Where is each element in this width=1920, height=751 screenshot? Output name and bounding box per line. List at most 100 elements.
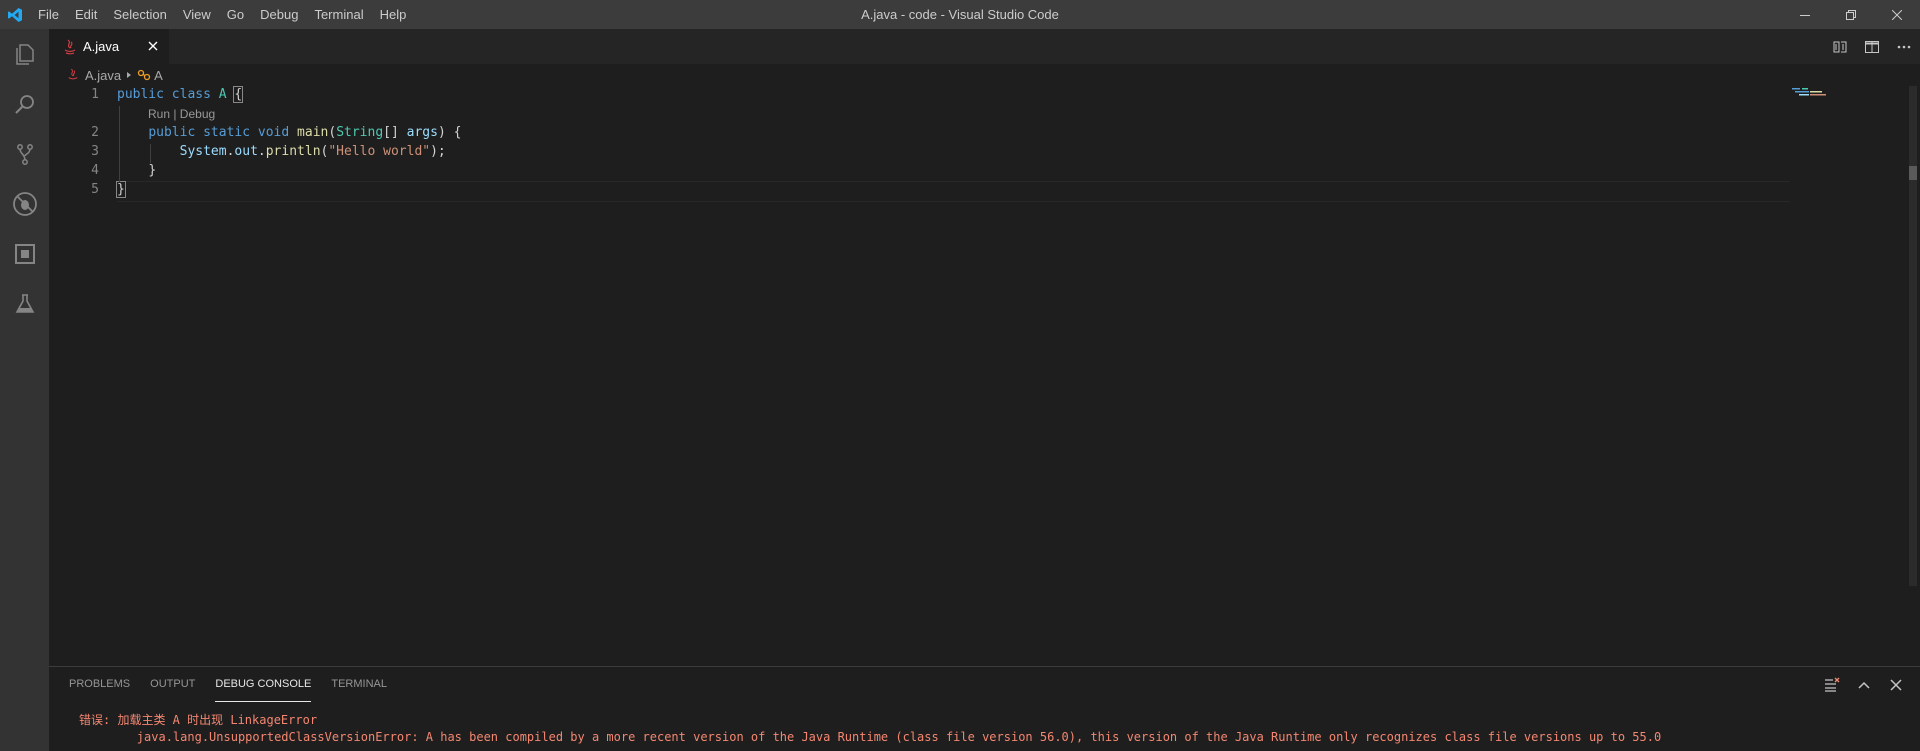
close-icon [1892, 9, 1902, 20]
close-icon [148, 41, 158, 51]
breadcrumb-symbol-label: A [154, 67, 163, 83]
explorer-button[interactable] [0, 29, 49, 79]
window-controls [1782, 0, 1920, 29]
restore-icon [1846, 9, 1856, 20]
menu-selection[interactable]: Selection [105, 0, 174, 29]
source-control-button[interactable] [0, 129, 49, 179]
breadcrumb-symbol[interactable]: A [137, 68, 163, 83]
source-control-icon [16, 144, 33, 165]
chevron-up-icon [1858, 681, 1870, 689]
token-punct: ( [328, 125, 337, 140]
menu-go[interactable]: Go [219, 0, 252, 29]
tab-a-java[interactable]: A.java [49, 29, 169, 64]
panel-tabs: PROBLEMS OUTPUT DEBUG CONSOLE TERMINAL [69, 667, 407, 702]
token-keyword: public [117, 87, 164, 102]
codelens-run-debug[interactable]: Run | Debug [148, 107, 215, 121]
menu-view[interactable]: View [175, 0, 219, 29]
chevron-right-icon [127, 72, 132, 78]
menu-terminal[interactable]: Terminal [306, 0, 371, 29]
current-line-highlight [117, 181, 1790, 202]
class-symbol-icon [137, 69, 151, 81]
token-brace: } [148, 163, 157, 178]
breadcrumb-file[interactable]: A.java [67, 68, 121, 83]
editor-scrollbar[interactable] [1906, 86, 1920, 666]
editor-tabs-bar: A.java [49, 29, 1920, 64]
line-number: 2 [91, 125, 99, 140]
console-output-line: 错误: 加载主类 A 时出现 LinkageError [79, 713, 318, 727]
minimap[interactable] [1790, 86, 1850, 116]
token-field: out [234, 144, 258, 159]
tab-problems[interactable]: PROBLEMS [69, 667, 130, 702]
close-tab-button[interactable] [145, 38, 161, 54]
code-editor[interactable]: 1 2 3 4 5 public class A { Run | Debug p… [49, 86, 1920, 666]
indent-guide [150, 144, 151, 163]
editor-actions [1824, 29, 1920, 64]
indent-guide [119, 106, 120, 182]
minimize-button[interactable] [1782, 0, 1828, 29]
bottom-panel: PROBLEMS OUTPUT DEBUG CONSOLE TERMINAL 错… [49, 666, 1920, 751]
line-number: 1 [91, 87, 99, 102]
tab-output[interactable]: OUTPUT [150, 667, 195, 702]
maximize-panel-button[interactable] [1848, 667, 1880, 702]
token-punct: [] [383, 125, 399, 140]
tab-terminal[interactable]: TERMINAL [331, 667, 387, 702]
token-class: System [179, 144, 227, 159]
code-line-3: System.out.println("Hello world"); [117, 144, 446, 159]
token-method: println [265, 144, 321, 159]
debug-button[interactable] [0, 179, 49, 229]
close-icon [1890, 678, 1902, 691]
restore-button[interactable] [1828, 0, 1874, 29]
panel-actions [1816, 667, 1912, 702]
token-brace: { [233, 86, 244, 103]
debug-icon [12, 192, 37, 216]
code-line-4: } [117, 163, 156, 178]
code-line-5: } [116, 181, 126, 198]
clear-console-icon [1825, 677, 1840, 692]
test-button[interactable] [0, 279, 49, 329]
line-number: 3 [91, 144, 99, 159]
token-keyword: public [148, 125, 196, 140]
tab-debug-console[interactable]: DEBUG CONSOLE [215, 667, 312, 702]
minimize-icon [1800, 14, 1810, 16]
code-line-1: public class A { [117, 86, 244, 103]
search-button[interactable] [0, 79, 49, 129]
split-editor-button[interactable] [1856, 29, 1888, 64]
tab-label: A.java [83, 39, 120, 54]
files-icon [15, 44, 34, 65]
close-window-button[interactable] [1874, 0, 1920, 29]
line-number: 4 [91, 163, 99, 178]
line-number: 5 [91, 182, 99, 197]
breadcrumb-file-label: A.java [85, 67, 122, 83]
token-brace: } [116, 181, 126, 198]
menu-file[interactable]: File [30, 0, 67, 29]
ellipsis-icon [1897, 45, 1911, 48]
search-icon [14, 95, 34, 114]
open-changes-button[interactable] [1824, 29, 1856, 64]
token-type: String [336, 125, 384, 140]
vscode-logo-icon [0, 0, 30, 29]
token-method: main [297, 125, 329, 140]
token-punct: ); [430, 144, 446, 159]
java-file-icon [64, 39, 76, 54]
open-changes-icon [1833, 41, 1847, 52]
token-keyword: class [171, 87, 211, 102]
extensions-button[interactable] [0, 229, 49, 279]
menu-help[interactable]: Help [372, 0, 415, 29]
test-icon [15, 294, 34, 313]
token-string: "Hello world" [328, 144, 431, 159]
breadcrumb: A.java A [49, 64, 1920, 86]
activity-bar [0, 29, 49, 751]
java-file-icon [68, 68, 78, 80]
token-class-name: A [218, 87, 227, 102]
menu-debug[interactable]: Debug [252, 0, 306, 29]
close-panel-button[interactable] [1880, 667, 1912, 702]
clear-console-button[interactable] [1816, 667, 1848, 702]
console-output-line: java.lang.UnsupportedClassVersionError: … [79, 730, 1662, 744]
token-punct: ) { [437, 125, 462, 140]
extensions-icon [14, 244, 35, 264]
token-punct: . [257, 144, 266, 159]
token-param: args [406, 125, 438, 140]
menu-edit[interactable]: Edit [67, 0, 105, 29]
more-actions-button[interactable] [1888, 29, 1920, 64]
code-line-2: public static void main(String[] args) { [117, 125, 461, 140]
